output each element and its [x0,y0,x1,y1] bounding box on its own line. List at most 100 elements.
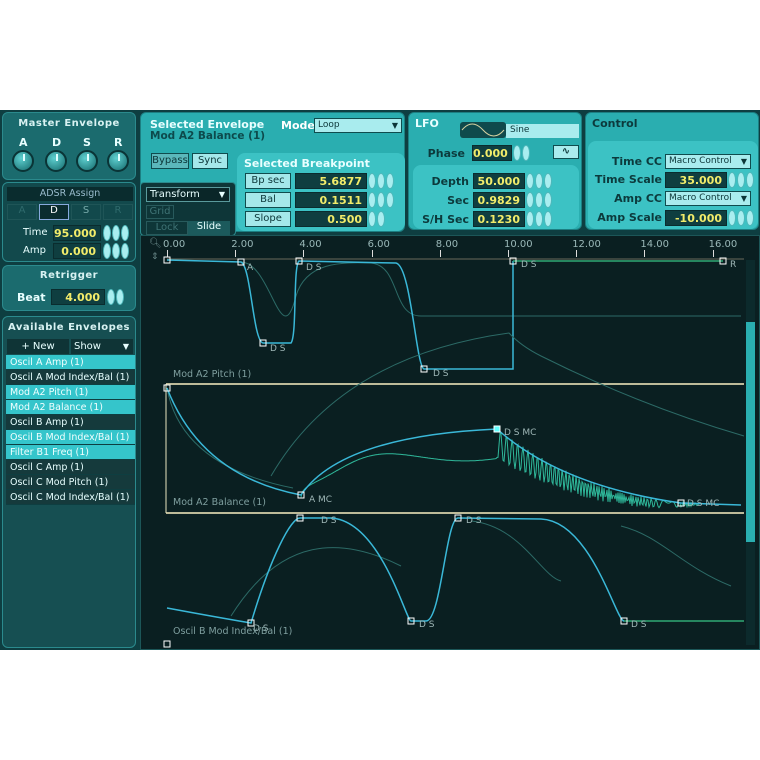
lfo-param-value[interactable]: 0.1230 [473,211,525,227]
lane2-curve [166,387,742,506]
bp-label: D S MC [687,499,720,509]
mode-dropdown[interactable]: Loop [314,118,402,133]
bp-label: D S [466,516,482,526]
lfo-param-value[interactable]: 50.000 [473,173,525,189]
lfo-param-label: Sec [447,194,469,207]
control-panel: Control Time CC Macro Control Time Scale… [585,112,759,230]
bypass-button[interactable]: Bypass [151,153,189,169]
retrigger-panel: Retrigger Beat 4.000 [2,265,136,311]
bp-param-spinner[interactable] [368,192,394,208]
breakpoint [163,640,171,648]
sustain-knob[interactable] [76,150,98,172]
envelope-list: Oscil A Amp (1) Oscil A Mod Index/Bal (1)… [6,355,135,505]
bp-param-button[interactable]: Slope [245,211,291,227]
envelope-list-item[interactable]: Oscil C Mod Pitch (1) [6,475,135,490]
knob-label-r: R [114,136,123,149]
time-spinner[interactable] [103,225,129,241]
lfo-params: Depth 50.000 Sec 0.9829 S/H Sec 0.1230 [413,165,579,229]
lfo-wave-selector[interactable]: Sine [506,124,579,138]
selected-breakpoint [493,425,501,433]
scrollbar-thumb[interactable] [746,322,755,542]
bp-param-value[interactable]: 0.1511 [295,192,367,208]
control-title: Control [592,117,638,130]
available-envelopes-title: Available Envelopes [7,322,131,333]
lfo-retrigger-wave-icon[interactable]: ∿ [553,145,579,159]
lfo-param-value[interactable]: 0.9829 [473,192,525,208]
amp-scale-label: Amp Scale [597,211,662,224]
bp-label: D S MC [504,428,537,438]
new-envelope-button[interactable]: + New [7,339,69,354]
envelope-editor[interactable]: 🔍︎ ⇕ 0.00 2.00 4.00 6.00 8.00 10.00 12.00 14.00… [140,235,760,650]
master-envelope-panel: Master Envelope A D S R [2,112,136,180]
control-params: Time CC Macro Control Time Scale 35.000 … [588,141,758,229]
envelope-list-item[interactable]: Oscil C Amp (1) [6,460,135,475]
time-value[interactable]: 95.000 [53,225,101,241]
attack-knob[interactable] [12,150,34,172]
envelope-list-item[interactable]: Oscil A Mod Index/Bal (1) [6,370,135,385]
amp-value[interactable]: 0.000 [53,243,101,259]
bp-label: D S [306,263,322,273]
show-dropdown[interactable]: Show ▼ [71,339,133,354]
adsr-assign-panel: ADSR Assign A D S R Time 95.000 Amp 0.00… [2,182,136,262]
envelope-list-item[interactable]: Oscil B Amp (1) [6,415,135,430]
transform-dropdown[interactable]: Transform ▼ [146,187,230,202]
envelope-curves[interactable] [141,236,760,651]
time-label: Time [23,227,48,238]
transform-panel: Transform ▼ Grid Lock Slide [140,182,236,236]
bp-param-spinner[interactable] [368,211,385,227]
bp-label: D S [419,620,435,630]
decay-knob[interactable] [45,150,67,172]
selected-breakpoint-panel: Selected Breakpoint Bp sec 5.6877 Bal 0.… [237,153,405,231]
tab-r[interactable]: R [103,204,133,220]
lane-label-mod-a2-pitch: Mod A2 Pitch (1) [173,369,252,380]
bp-label: D S [521,260,537,270]
time-cc-dropdown[interactable]: Macro Control [665,154,751,169]
lane3-ghost-curve [230,520,732,617]
mode-label: Mode [281,119,315,132]
beat-value[interactable]: 4.000 [51,289,105,305]
lfo-param-spinner[interactable] [526,173,552,189]
lfo-panel: LFO Sine Phase 0.000 ∿ Depth 50.000 Sec … [408,112,582,230]
envelope-list-item[interactable]: Oscil A Amp (1) [6,355,135,370]
envelope-list-item[interactable]: Mod A2 Balance (1) [6,400,135,415]
lfo-param-spinner[interactable] [526,211,552,227]
bp-label: A [247,263,254,273]
bp-param-value[interactable]: 5.6877 [295,173,367,189]
selected-envelope-name: Mod A2 Balance (1) [150,130,266,142]
amp-cc-label: Amp CC [614,192,662,205]
envelope-list-item[interactable]: Filter B1 Freq (1) [6,445,135,460]
amp-scale-value[interactable]: -10.000 [665,210,727,226]
grid-button[interactable]: Grid [146,205,174,219]
phase-value[interactable]: 0.000 [472,145,512,161]
lfo-param-label: S/H Sec [422,213,469,226]
lfo-param-label: Depth [431,175,469,188]
time-scale-value[interactable]: 35.000 [665,172,727,188]
lfo-param-spinner[interactable] [526,192,552,208]
amp-spinner[interactable] [103,243,129,259]
tab-d[interactable]: D [39,204,69,220]
slide-button[interactable]: Slide [188,221,230,235]
tab-s[interactable]: S [71,204,101,220]
envelope-list-item[interactable]: Mod A2 Pitch (1) [6,385,135,400]
lock-button[interactable]: Lock [146,221,188,235]
bp-param-button[interactable]: Bal [245,192,291,208]
phase-spinner[interactable] [513,145,530,161]
bp-param-spinner[interactable] [368,173,394,189]
bp-param-button[interactable]: Bp sec [245,173,291,189]
available-envelopes-panel: Available Envelopes + New Show ▼ Oscil A … [2,316,136,648]
bp-label: D S [270,344,286,354]
sync-button[interactable]: Sync [192,153,228,169]
time-scale-spinner[interactable] [728,172,754,188]
beat-spinner[interactable] [107,289,124,305]
envelope-list-item[interactable]: Oscil C Mod Index/Bal (1) [6,490,135,505]
amp-cc-dropdown[interactable]: Macro Control [665,191,751,206]
release-knob[interactable] [107,150,129,172]
envelope-list-item[interactable]: Oscil B Mod Index/Bal (1) [6,430,135,445]
adsr-assign-title: ADSR Assign [7,187,133,201]
tab-a[interactable]: A [7,204,37,220]
lfo-title: LFO [415,117,439,130]
phase-label: Phase [427,147,465,160]
vertical-scrollbar[interactable] [746,260,755,645]
amp-scale-spinner[interactable] [728,210,754,226]
bp-param-value[interactable]: 0.500 [295,211,367,227]
